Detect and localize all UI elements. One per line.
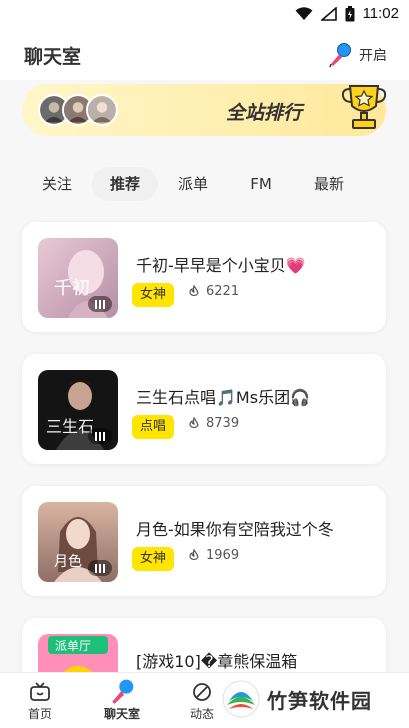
room-card[interactable]: 三生石 三生石点唱🎵Ms乐团🎧 点唱 8739 (22, 354, 386, 464)
room-cover: 三生石 (38, 370, 118, 450)
room-tag: 女神 (132, 547, 175, 571)
cover-text: 派单厅 (55, 639, 91, 653)
equalizer-icon (95, 299, 105, 309)
watermark-text: 竹笋软件园 (267, 688, 372, 713)
fire-icon (189, 548, 199, 560)
tab-recommend[interactable]: 推荐 (92, 167, 158, 201)
tab-latest[interactable]: 最新 (302, 167, 356, 201)
room-name: 月色-如果你有空陪我过个冬 (136, 520, 334, 539)
top-avatars (38, 94, 118, 126)
microphone-icon (329, 43, 351, 68)
room-heat: 6221 (188, 284, 239, 299)
rank-title: 全站排行 (226, 102, 303, 124)
nav-chatroom-label: 聊天室 (103, 707, 140, 721)
room-heat: 8739 (188, 416, 239, 431)
watermark: 竹笋软件园 (215, 674, 401, 724)
wifi-icon (295, 6, 313, 20)
room-card[interactable]: 千初 千初-早早是个小宝贝💗 女神 6221 (22, 222, 386, 332)
signal-icon (320, 6, 337, 21)
tab-fm[interactable]: FM (234, 167, 288, 201)
open-label: 开启 (359, 48, 387, 64)
moments-icon (193, 683, 211, 701)
tv-icon (30, 682, 50, 701)
status-icons: 11:02 (295, 5, 399, 22)
microphone-icon (112, 679, 134, 704)
fire-icon (189, 416, 199, 428)
room-name: [游戏10]�章熊保温箱 (136, 652, 298, 671)
cover-text: 三生石 (46, 417, 94, 436)
playing-indicator (88, 296, 112, 312)
equalizer-icon (95, 431, 105, 441)
battery-icon (345, 5, 355, 21)
category-tabs: 关注 推荐 派单 FM 最新 (0, 167, 409, 201)
heat-count: 8739 (206, 416, 240, 431)
equalizer-icon (95, 563, 105, 573)
heat-count: 1969 (206, 548, 240, 563)
trophy-icon (341, 85, 387, 129)
nav-chatroom[interactable]: 聊天室 (92, 679, 152, 722)
avatar (86, 94, 118, 126)
heat-count: 6221 (206, 284, 240, 299)
tab-follow[interactable]: 关注 (30, 167, 84, 201)
cover-text: 千初 (54, 278, 90, 299)
cover-text: 月色 (54, 553, 82, 570)
status-time: 11:02 (362, 5, 399, 22)
header: 聊天室 开启 (0, 30, 409, 80)
fire-icon (189, 284, 199, 296)
open-button[interactable]: 开启 (327, 42, 387, 68)
room-cover: 千初 (38, 238, 118, 318)
room-name: 三生石点唱🎵Ms乐团🎧 (136, 388, 310, 407)
room-name: 千初-早早是个小宝贝💗 (136, 256, 306, 275)
bamboo-logo-icon (222, 680, 260, 718)
room-heat: 1969 (188, 548, 239, 563)
room-cover: 月色 (38, 502, 118, 582)
status-bar: 11:02 (0, 0, 409, 30)
page-title: 聊天室 (24, 46, 82, 68)
nav-home[interactable]: 首页 (10, 679, 70, 722)
tab-dispatch[interactable]: 派单 (166, 167, 220, 201)
rank-banner[interactable]: 全站排行 (22, 84, 387, 136)
playing-indicator (88, 428, 112, 444)
room-tag: 点唱 (132, 415, 175, 439)
playing-indicator (88, 560, 112, 576)
room-card[interactable]: 月色 月色-如果你有空陪我过个冬 女神 1969 (22, 486, 386, 596)
room-tag: 女神 (132, 283, 175, 307)
nav-home-label: 首页 (27, 707, 52, 721)
